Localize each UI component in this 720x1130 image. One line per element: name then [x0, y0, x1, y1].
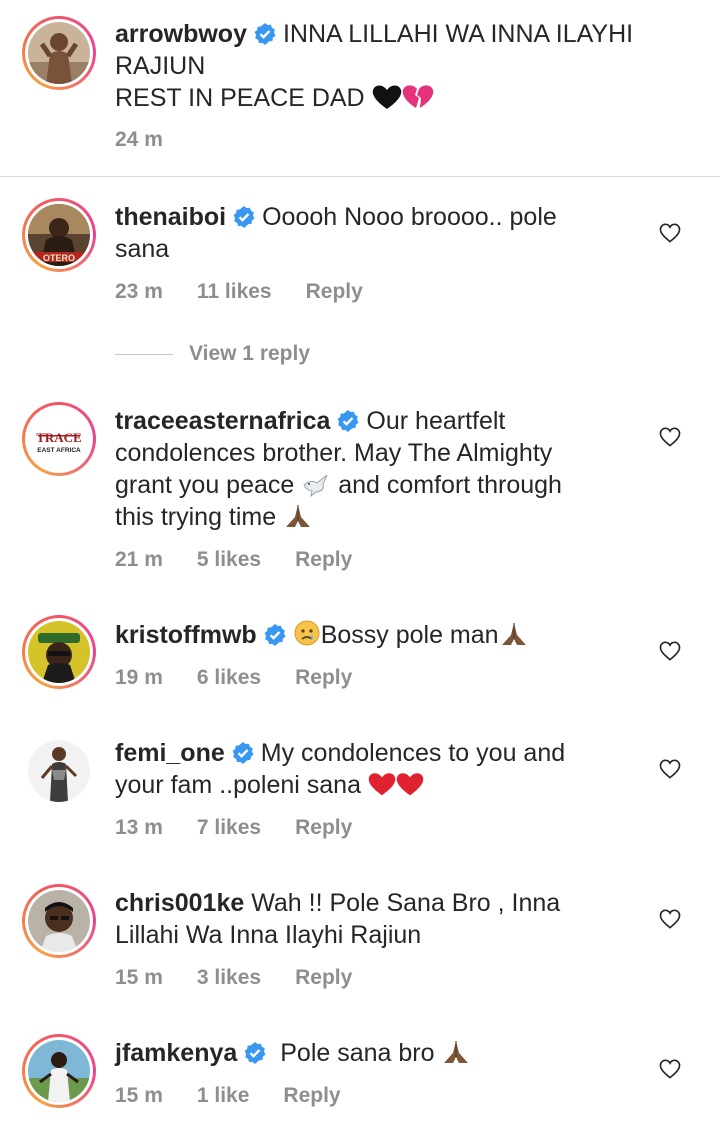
like-heart-icon[interactable] — [659, 759, 681, 779]
verified-badge-icon — [264, 624, 286, 646]
avatar[interactable] — [22, 884, 96, 958]
comment-text: sana — [115, 235, 170, 263]
comment-time: 23 m — [115, 280, 163, 303]
comment-text: Bossy pole man — [320, 621, 499, 649]
black-heart-icon — [372, 85, 401, 109]
caption-username[interactable]: arrowbwoy — [115, 20, 247, 48]
caption-text-line1: INNA LILLAHI WA INNA ILAYHI — [282, 20, 634, 48]
comment-likes[interactable]: 1 like — [197, 1084, 250, 1108]
avatar[interactable] — [22, 16, 96, 90]
verified-badge-icon — [244, 1042, 266, 1064]
reply-button[interactable]: Reply — [295, 548, 352, 572]
like-heart-icon[interactable] — [659, 909, 681, 929]
view-replies-button[interactable]: View 1 reply — [115, 342, 310, 366]
reply-button[interactable]: Reply — [283, 1084, 340, 1108]
svg-text:OTERO: OTERO — [43, 253, 75, 263]
comment-username[interactable]: chris001ke — [115, 889, 244, 917]
dove-icon — [303, 474, 328, 497]
caption-text-line3: REST IN PEACE DAD — [115, 84, 365, 112]
comment-text: condolences brother. May The Almighty — [115, 439, 553, 467]
divider — [0, 176, 720, 177]
comment-username[interactable]: femi_one — [115, 739, 225, 767]
verified-badge-icon — [254, 23, 276, 45]
praying-hands-icon — [286, 505, 311, 527]
verified-badge-icon — [233, 206, 255, 228]
like-heart-icon[interactable] — [659, 641, 681, 661]
comment-username[interactable]: kristoffmwb — [115, 621, 257, 649]
comment-time: 13 m — [115, 816, 163, 839]
comment-time: 21 m — [115, 548, 163, 571]
comment-time: 15 m — [115, 966, 163, 989]
praying-hands-icon — [444, 1041, 469, 1063]
avatar[interactable] — [22, 1034, 96, 1108]
verified-badge-icon — [232, 742, 254, 764]
comment-likes[interactable]: 5 likes — [197, 548, 261, 572]
like-heart-icon[interactable] — [659, 223, 681, 243]
comment-text: your fam ..poleni sana — [115, 771, 361, 799]
caption-time: 24 m — [115, 128, 163, 151]
comment-text: and comfort through — [338, 471, 562, 499]
view-replies-label: View 1 reply — [189, 342, 311, 365]
comment-text: Ooooh Nooo broooo.. pole — [262, 203, 557, 231]
comment-likes[interactable]: 6 likes — [197, 666, 261, 690]
avatar[interactable]: TRACE EAST AFRICA — [22, 402, 96, 476]
red-heart-icon — [396, 773, 424, 796]
comment-likes[interactable]: 3 likes — [197, 966, 261, 990]
praying-hands-icon — [501, 623, 526, 645]
comment-text: this trying time — [115, 503, 277, 531]
avatar-logo-subtext: EAST AFRICA — [37, 447, 81, 454]
verified-badge-icon — [338, 410, 359, 432]
avatar[interactable] — [22, 615, 96, 689]
comment-username[interactable]: thenaiboi — [115, 203, 226, 231]
red-heart-icon — [368, 773, 396, 796]
avatar-logo-text: TRACE — [36, 430, 82, 445]
reply-button[interactable]: Reply — [295, 966, 352, 990]
comment-text: Our heartfelt — [366, 407, 506, 435]
comment-time: 19 m — [115, 666, 163, 689]
avatar[interactable] — [22, 734, 96, 808]
broken-heart-icon — [402, 85, 433, 108]
comment-text: My condolences to you and — [260, 739, 566, 767]
crying-face-icon — [294, 620, 320, 646]
like-heart-icon[interactable] — [659, 1059, 681, 1079]
comment-username[interactable]: jfamkenya — [115, 1039, 237, 1067]
comment-text: grant you peace — [115, 471, 295, 499]
reply-button[interactable]: Reply — [306, 280, 363, 304]
comment-time: 15 m — [115, 1084, 163, 1107]
comment-text: Wah !! Pole Sana Bro , Inna — [251, 889, 561, 917]
like-heart-icon[interactable] — [659, 427, 681, 447]
comment-likes[interactable]: 11 likes — [197, 280, 272, 304]
avatar[interactable]: OTERO — [22, 198, 96, 272]
caption-text-line2: RAJIUN — [115, 52, 206, 80]
comment-username[interactable]: traceeasternafrica — [115, 407, 330, 435]
reply-button[interactable]: Reply — [295, 666, 352, 690]
reply-button[interactable]: Reply — [295, 816, 352, 840]
comment-text: Lillahi Wa Inna Ilayhi Rajiun — [115, 921, 422, 949]
comment-likes[interactable]: 7 likes — [197, 816, 261, 840]
comment-text: Pole sana bro — [280, 1039, 435, 1067]
